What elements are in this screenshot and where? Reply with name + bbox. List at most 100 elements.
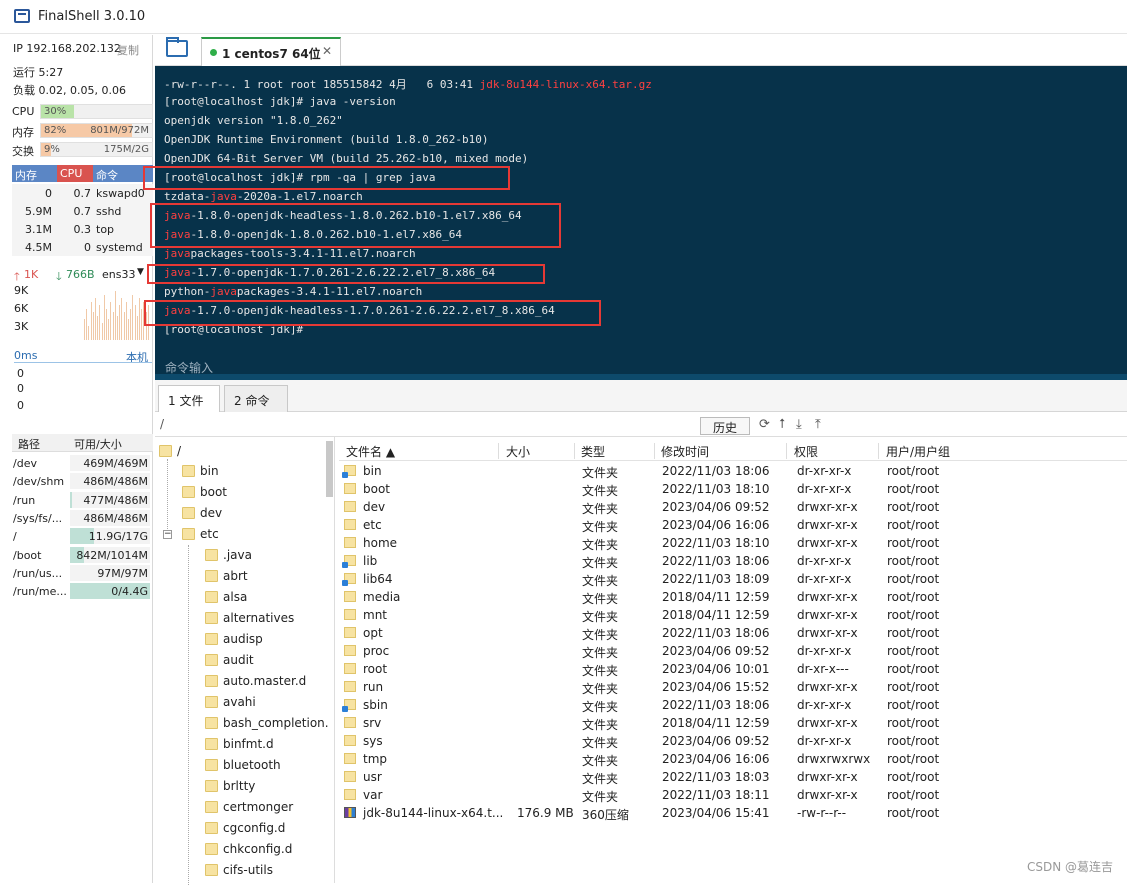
path-input[interactable]: / bbox=[160, 417, 164, 431]
file-mtime: 2023/04/06 16:06 bbox=[662, 752, 770, 766]
file-row[interactable]: jdk-8u144-linux-x64.t... 176.9 MB 360压缩 202… bbox=[339, 804, 979, 822]
window-title: FinalShell 3.0.10 bbox=[38, 9, 146, 24]
disk-value: 486M/486M bbox=[83, 511, 148, 525]
file-type: 文件夹 bbox=[582, 556, 619, 570]
file-type: 文件夹 bbox=[582, 754, 619, 768]
tab-files[interactable]: 1 文件 bbox=[158, 385, 220, 412]
file-owner: root/root bbox=[887, 662, 940, 676]
disk-row[interactable]: /sys/fs/... 486M/486M bbox=[12, 509, 153, 527]
disk-row[interactable]: / 11.9G/17G bbox=[12, 527, 153, 545]
file-row[interactable]: dev 文件夹 2023/04/06 09:52 drwxr-xr-x root/roo… bbox=[339, 498, 979, 516]
file-type: 文件夹 bbox=[582, 736, 619, 750]
file-row[interactable]: etc 文件夹 2023/04/06 16:06 drwxr-xr-x root/roo… bbox=[339, 516, 979, 534]
col-divider[interactable] bbox=[574, 443, 575, 459]
session-tab[interactable]: 1 centos7 64位 ✕ bbox=[201, 37, 341, 66]
upload-icon[interactable]: ⤒ bbox=[815, 417, 821, 432]
folder-open-icon[interactable] bbox=[166, 37, 188, 57]
file-perm: drwxr-xr-x bbox=[797, 536, 858, 550]
proc-mem: 4.5M bbox=[25, 241, 52, 254]
file-row[interactable]: sys 文件夹 2023/04/06 09:52 dr-xr-xr-x root/roo… bbox=[339, 732, 979, 750]
col-perm[interactable]: 权限 bbox=[794, 443, 818, 460]
history-button[interactable]: 历史 bbox=[700, 417, 750, 435]
file-row[interactable]: sbin 文件夹 2022/11/03 18:06 dr-xr-xr-x root/ro… bbox=[339, 696, 979, 714]
file-perm: drwxr-xr-x bbox=[797, 500, 858, 514]
col-divider[interactable] bbox=[786, 443, 787, 459]
tree-item-label: bin bbox=[200, 464, 219, 478]
proc-mem: 0 bbox=[45, 187, 52, 200]
file-row[interactable]: var 文件夹 2022/11/03 18:11 drwxr-xr-x root/roo… bbox=[339, 786, 979, 804]
terminal[interactable]: -rw-r--r--. 1 root root 185515842 4月 6 0… bbox=[143, 66, 1127, 380]
disk-row[interactable]: /run 477M/486M bbox=[12, 491, 153, 509]
tab-commands[interactable]: 2 命令 bbox=[224, 385, 288, 412]
file-name: lib bbox=[363, 554, 378, 568]
tree-item-label: avahi bbox=[223, 695, 256, 709]
col-divider[interactable] bbox=[498, 443, 499, 459]
up-arrow-icon[interactable]: ⭡ bbox=[779, 417, 785, 432]
file-perm: drwxr-xr-x bbox=[797, 716, 858, 730]
disk-col-path[interactable]: 路径 bbox=[18, 436, 40, 452]
disk-col-size[interactable]: 可用/大小 bbox=[74, 436, 122, 452]
file-owner: root/root bbox=[887, 644, 940, 658]
file-row[interactable]: usr 文件夹 2022/11/03 18:03 drwxr-xr-x root/roo… bbox=[339, 768, 979, 786]
disk-row[interactable]: /dev 469M/469M bbox=[12, 454, 153, 472]
file-row[interactable]: lib 文件夹 2022/11/03 18:06 dr-xr-xr-x root/roo… bbox=[339, 552, 979, 570]
tree-item-label: cgconfig.d bbox=[223, 821, 286, 835]
download-icon[interactable]: ⤓ bbox=[796, 417, 802, 432]
process-row[interactable]: 0 0.7 kswapd0 bbox=[12, 184, 153, 202]
file-row[interactable]: home 文件夹 2022/11/03 18:10 drwxr-xr-x root/ro… bbox=[339, 534, 979, 552]
chevron-down-icon[interactable]: ▼ bbox=[137, 267, 144, 277]
file-row[interactable]: bin 文件夹 2022/11/03 18:06 dr-xr-xr-x root/roo… bbox=[339, 462, 979, 480]
file-row[interactable]: boot 文件夹 2022/11/03 18:10 dr-xr-xr-x root/ro… bbox=[339, 480, 979, 498]
disk-row[interactable]: /run/me... 0/4.4G bbox=[12, 582, 153, 600]
file-owner: root/root bbox=[887, 482, 940, 496]
file-name: root bbox=[363, 662, 388, 676]
file-row[interactable]: media 文件夹 2018/04/11 12:59 drwxr-xr-x root/r… bbox=[339, 588, 979, 606]
file-type: 文件夹 bbox=[582, 790, 619, 804]
process-row[interactable]: 4.5M 0 systemd bbox=[12, 238, 153, 256]
proc-col-cpu[interactable]: CPU bbox=[57, 165, 93, 182]
disk-row[interactable]: /run/us... 97M/97M bbox=[12, 564, 153, 582]
file-row[interactable]: srv 文件夹 2018/04/11 12:59 drwxr-xr-x root/roo… bbox=[339, 714, 979, 732]
tree-scrollbar[interactable] bbox=[326, 441, 333, 497]
disk-row[interactable]: /boot 842M/1014M bbox=[12, 546, 153, 564]
file-row[interactable]: mnt 文件夹 2018/04/11 12:59 drwxr-xr-x root/roo… bbox=[339, 606, 979, 624]
file-type: 文件夹 bbox=[582, 574, 619, 588]
process-row[interactable]: 3.1M 0.3 top bbox=[12, 220, 153, 238]
close-icon[interactable]: ✕ bbox=[322, 44, 332, 58]
folder-icon bbox=[205, 864, 218, 876]
copy-ip-button[interactable]: 复制 bbox=[117, 42, 139, 58]
col-owner[interactable]: 用户/用户组 bbox=[886, 443, 950, 460]
tree-item-label: abrt bbox=[223, 569, 248, 583]
file-owner: root/root bbox=[887, 608, 940, 622]
directory-tree[interactable]: / bin boot dev etc − .java abrt alsa alternatives… bbox=[155, 437, 335, 885]
folder-icon bbox=[205, 717, 218, 729]
col-name[interactable]: 文件名 ▲ bbox=[346, 443, 395, 460]
collapse-icon[interactable]: − bbox=[163, 530, 172, 539]
file-row[interactable]: root 文件夹 2023/04/06 10:01 dr-xr-x--- root/ro… bbox=[339, 660, 979, 678]
disk-path: /sys/fs/... bbox=[13, 511, 63, 525]
file-row[interactable]: proc 文件夹 2023/04/06 09:52 dr-xr-xr-x root/ro… bbox=[339, 642, 979, 660]
file-name: jdk-8u144-linux-x64.t... bbox=[363, 806, 504, 820]
col-type[interactable]: 类型 bbox=[581, 443, 605, 460]
file-mtime: 2022/11/03 18:09 bbox=[662, 572, 770, 586]
refresh-icon[interactable]: ⟳ bbox=[759, 417, 770, 432]
col-divider[interactable] bbox=[878, 443, 879, 459]
file-row[interactable]: tmp 文件夹 2023/04/06 16:06 drwxrwxrwx root/roo… bbox=[339, 750, 979, 768]
disk-row[interactable]: /dev/shm 486M/486M bbox=[12, 472, 153, 490]
proc-cpu: 0 bbox=[84, 241, 91, 254]
disk-path: /dev/shm bbox=[13, 475, 65, 489]
proc-col-mem[interactable]: 内存 bbox=[12, 165, 57, 182]
col-divider[interactable] bbox=[654, 443, 655, 459]
file-owner: root/root bbox=[887, 590, 940, 604]
file-row[interactable]: run 文件夹 2023/04/06 15:52 drwxr-xr-x root/roo… bbox=[339, 678, 979, 696]
proc-cmd: systemd bbox=[96, 241, 143, 254]
tree-item-label: bash_completion. bbox=[223, 716, 329, 730]
file-row[interactable]: opt 文件夹 2022/11/03 18:06 drwxr-xr-x root/roo… bbox=[339, 624, 979, 642]
terminal-text: openjdk version "1.8.0_262" bbox=[164, 114, 343, 127]
file-row[interactable]: lib64 文件夹 2022/11/03 18:09 dr-xr-xr-x root/r… bbox=[339, 570, 979, 588]
process-row[interactable]: 5.9M 0.7 sshd bbox=[12, 202, 153, 220]
col-size[interactable]: 大小 bbox=[506, 443, 530, 460]
col-mtime[interactable]: 修改时间 bbox=[661, 443, 709, 460]
file-perm: dr-xr-xr-x bbox=[797, 698, 852, 712]
terminal-line: -rw-r--r--. 1 root root 185515842 4月 6 0… bbox=[164, 76, 652, 92]
